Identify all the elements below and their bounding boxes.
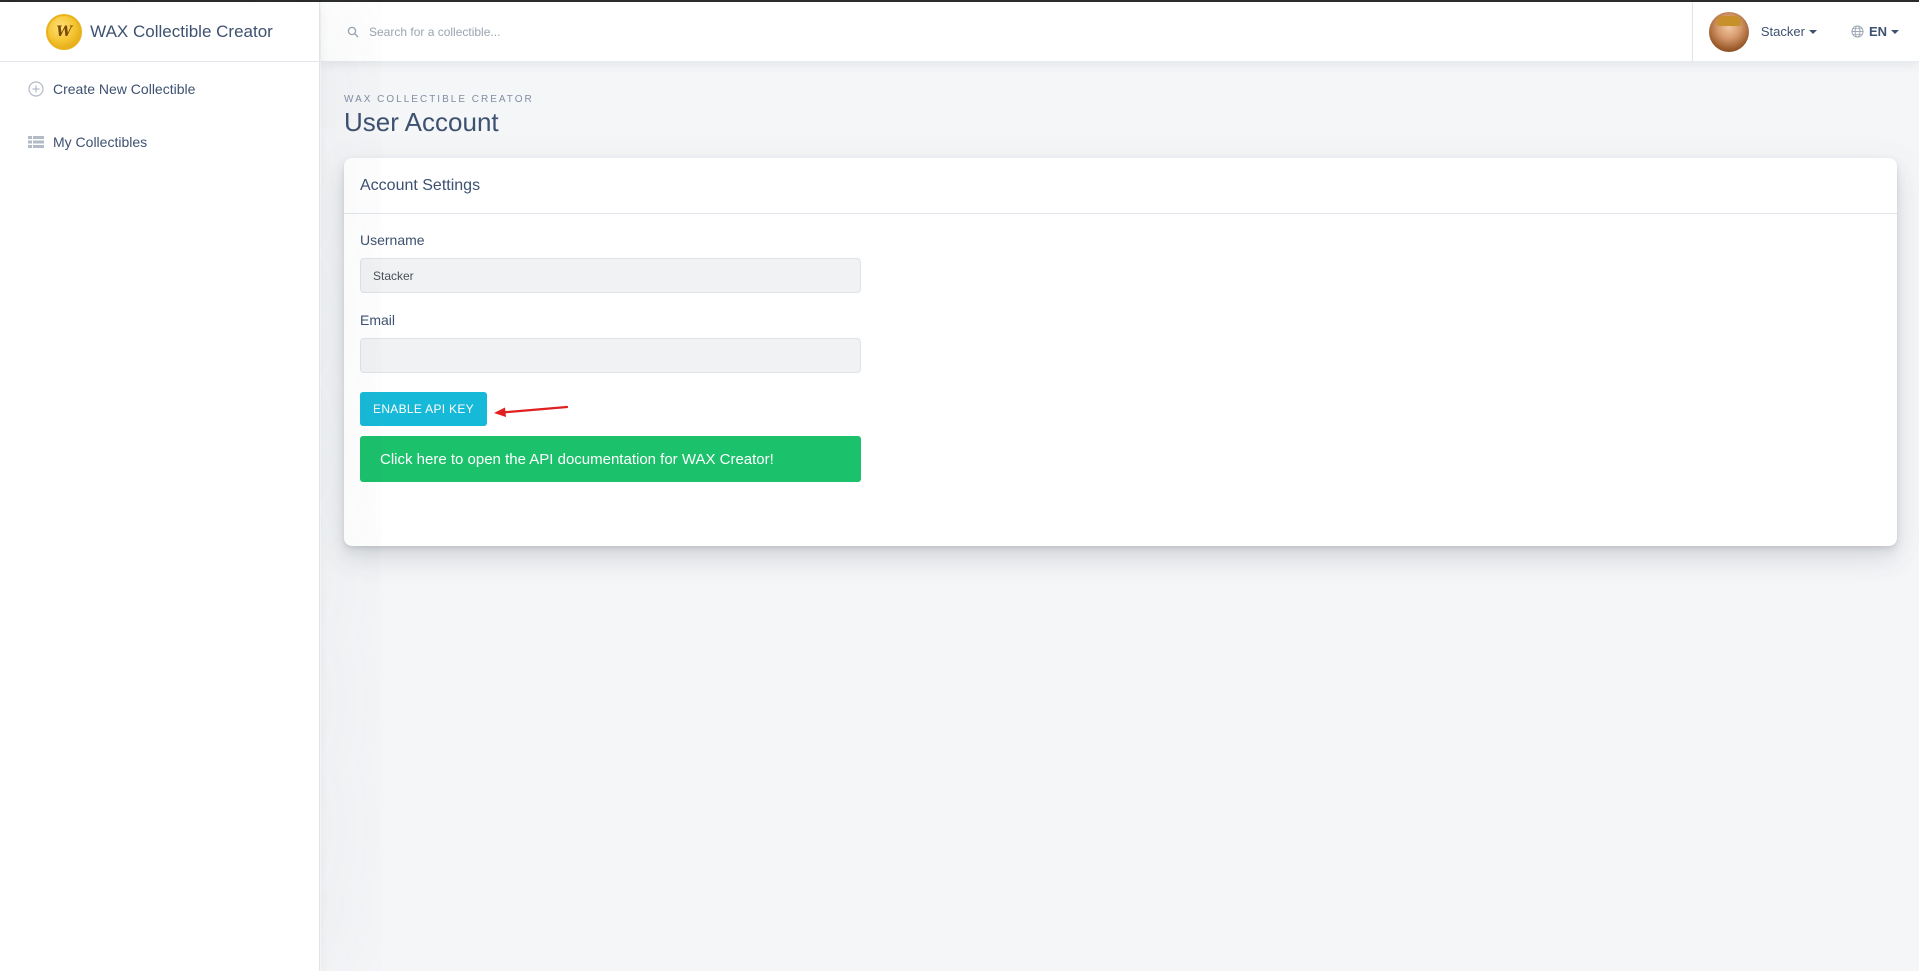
api-documentation-button[interactable]: Click here to open the API documentation… [360, 436, 861, 482]
enable-api-key-button[interactable]: ENABLE API KEY [360, 392, 487, 426]
username-label: Username [360, 232, 425, 248]
language-label: EN [1868, 24, 1887, 39]
card-body: Username Email ENABLE API KEY Click here… [344, 214, 1897, 500]
main-content: WAX COLLECTIBLE CREATOR User Account Acc… [321, 62, 1919, 971]
sidebar-item-label: Create New Collectible [53, 80, 196, 97]
chevron-down-icon [1891, 29, 1899, 34]
page-subtitle: WAX COLLECTIBLE CREATOR [344, 94, 534, 105]
globe-icon [1851, 25, 1864, 38]
list-icon [27, 133, 44, 150]
card-title: Account Settings [344, 158, 1897, 214]
plus-circle-icon [27, 80, 44, 97]
brand[interactable]: W WAX Collectible Creator [0, 2, 319, 62]
brand-title: WAX Collectible Creator [90, 21, 273, 41]
sidebar-item-create-new-collectible[interactable]: Create New Collectible [0, 62, 319, 115]
user-name-dropdown[interactable]: Stacker [1761, 24, 1805, 39]
sidebar: W WAX Collectible Creator Create New Col… [0, 2, 320, 971]
account-settings-card: Account Settings Username Email ENABLE A… [344, 158, 1897, 546]
page-title: User Account [344, 107, 499, 137]
annotation-arrow-icon [494, 405, 569, 417]
sidebar-item-label: My Collectibles [53, 133, 148, 150]
search-icon [347, 26, 359, 37]
sidebar-item-my-collectibles[interactable]: My Collectibles [0, 115, 319, 168]
email-field[interactable] [360, 338, 861, 373]
search-input[interactable] [369, 24, 969, 39]
chevron-down-icon [1808, 29, 1817, 34]
sidebar-nav: Create New Collectible My Collectibles [0, 62, 319, 168]
wax-logo-icon: W [46, 13, 83, 50]
language-dropdown[interactable]: EN [1851, 24, 1899, 39]
top-navbar: Stacker EN [321, 1, 1919, 62]
search-bar [321, 2, 1692, 62]
user-area: Stacker EN [1691, 1, 1919, 62]
username-field[interactable] [360, 258, 861, 293]
avatar[interactable] [1708, 11, 1749, 52]
email-label: Email [360, 312, 396, 328]
